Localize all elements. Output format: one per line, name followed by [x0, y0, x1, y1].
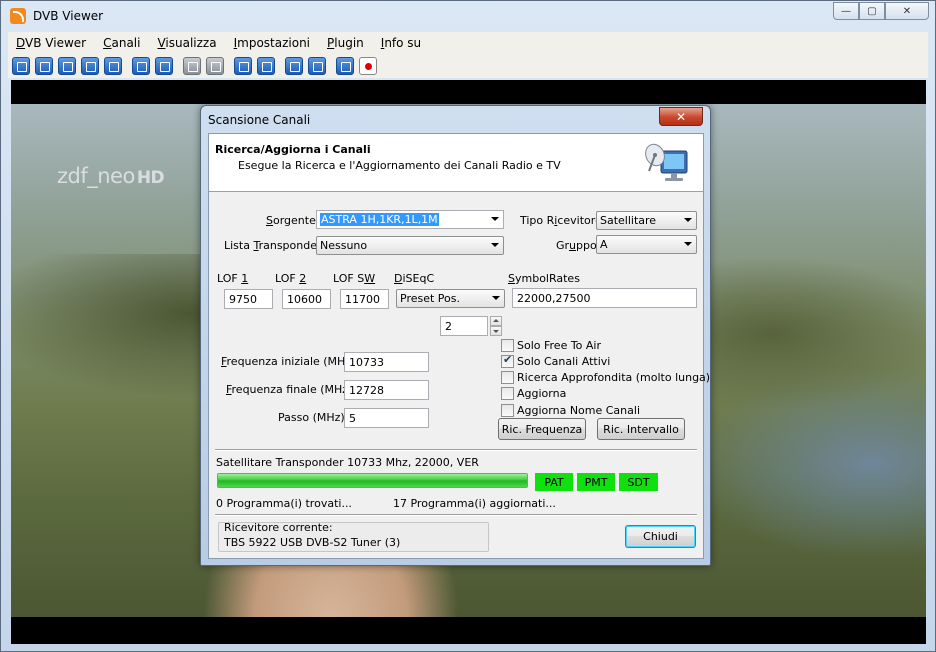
lof2-field[interactable]: 10600	[282, 289, 331, 309]
menu-info[interactable]: Info su	[373, 36, 430, 50]
back-icon[interactable]	[234, 57, 252, 75]
freq-iniziale-label: Frequenza iniziale (MHz)	[221, 355, 356, 368]
dialog-close-button[interactable]: ✕	[659, 107, 703, 126]
audio-plus-icon[interactable]	[206, 57, 224, 75]
toolbar	[8, 54, 928, 78]
menu-bar: DVB Viewer Canali Visualizza Impostazion…	[8, 32, 928, 54]
pat-badge: PAT	[535, 473, 573, 491]
fullscreen-icon[interactable]	[12, 57, 30, 75]
gruppo-select[interactable]: A	[596, 235, 697, 254]
aggiorna-label: Aggiorna	[517, 387, 567, 400]
programmi-trovati: 0 Programma(i) trovati...	[216, 497, 352, 510]
dialog-body: Ricerca/Aggiorna i Canali Esegue la Rice…	[208, 133, 710, 559]
diseqc-select[interactable]: Preset Pos.	[396, 289, 505, 308]
info-icon[interactable]	[336, 57, 354, 75]
solo-free-to-air-checkbox[interactable]	[501, 339, 514, 352]
solo-free-to-air-label: Solo Free To Air	[517, 339, 602, 352]
lofsw-label: LOF SW	[333, 272, 376, 285]
satellite-monitor-icon	[645, 143, 688, 181]
diseqc-position-field[interactable]: 2	[440, 316, 488, 336]
programmi-aggiornati: 17 Programma(i) aggiornati...	[393, 497, 556, 510]
lofsw-field[interactable]: 11700	[340, 289, 389, 309]
sdt-badge: SDT	[619, 473, 658, 491]
lista-transponder-select[interactable]: Nessuno	[316, 236, 504, 255]
settings-icon[interactable]	[308, 57, 326, 75]
receiver-label: Ricevitore corrente:	[224, 521, 333, 534]
header-title: Ricerca/Aggiorna i Canali	[215, 143, 371, 156]
sorgente-label: Sorgente	[266, 214, 316, 227]
solo-canali-attivi-label: Solo Canali Attivi	[517, 355, 611, 368]
tipo-ricevitore-label: Tipo Ricevitore	[520, 214, 602, 227]
header-subtitle: Esegue la Ricerca e l'Aggiornamento dei …	[238, 159, 561, 172]
ric-intervallo-button[interactable]: Ric. Intervallo	[597, 418, 685, 440]
close-button[interactable]: ✕	[885, 2, 929, 20]
channel-prev-icon[interactable]	[132, 57, 150, 75]
menu-visualizza[interactable]: Visualizza	[149, 36, 225, 50]
gruppo-label: Gruppo	[556, 239, 597, 252]
aggiorna-nome-canali-checkbox[interactable]	[501, 404, 514, 417]
channel-logo: zdf_neo HD	[57, 164, 165, 188]
tipo-ricevitore-select[interactable]: Satellitare	[596, 211, 697, 230]
scan-dialog: Scansione Canali ✕ Ricerca/Aggiorna i Ca…	[200, 105, 711, 566]
status-line: Satellitare Transponder 10733 Mhz, 22000…	[216, 456, 479, 469]
ric-frequenza-button[interactable]: Ric. Frequenza	[498, 418, 586, 440]
separator	[215, 449, 697, 451]
forward-icon[interactable]	[257, 57, 275, 75]
receiver-value: TBS 5922 USB DVB-S2 Tuner (3)	[224, 536, 401, 549]
lista-transponder-label: Lista Transponder	[224, 239, 322, 252]
menu-plugin[interactable]: Plugin	[319, 36, 373, 50]
dialog-header: Ricerca/Aggiorna i Canali Esegue la Rice…	[209, 134, 703, 192]
freq-finale-label: Frequenza finale (MHz)	[226, 383, 353, 396]
window-title: DVB Viewer	[33, 9, 104, 23]
app-icon	[10, 8, 26, 24]
separator-bottom	[215, 514, 697, 516]
lof1-field[interactable]: 9750	[224, 289, 273, 309]
menu-impostazioni[interactable]: Impostazioni	[226, 36, 319, 50]
diseqc-position-spinner[interactable]	[490, 316, 502, 336]
diseqc-label: DiSEqC	[394, 272, 435, 285]
symbolrates-field[interactable]: 22000,27500	[512, 288, 697, 308]
menu-dvbviewer[interactable]: DVB Viewer	[8, 36, 95, 50]
chiudi-button[interactable]: Chiudi	[625, 525, 696, 548]
teletext-icon[interactable]	[285, 57, 303, 75]
channel-list-icon[interactable]	[58, 57, 76, 75]
epg-icon[interactable]	[104, 57, 122, 75]
sorgente-combo[interactable]: ASTRA 1H,1KR,1L,1M	[316, 210, 504, 229]
pmt-badge: PMT	[577, 473, 615, 491]
list-icon[interactable]	[81, 57, 99, 75]
channel-next-icon[interactable]	[155, 57, 173, 75]
aggiorna-checkbox[interactable]	[501, 387, 514, 400]
maximize-button[interactable]: ▢	[859, 2, 885, 20]
record-icon[interactable]	[359, 57, 377, 75]
lof1-label: LOF 1	[217, 272, 249, 285]
title-bar: DVB Viewer — ▢ ✕	[1, 1, 935, 31]
audio-icon[interactable]	[183, 57, 201, 75]
ricerca-approfondita-label: Ricerca Approfondita (molto lunga)	[517, 371, 711, 384]
passo-field[interactable]: 5	[344, 408, 429, 428]
lof2-label: LOF 2	[275, 272, 307, 285]
aggiorna-nome-canali-label: Aggiorna Nome Canali	[517, 404, 640, 417]
freq-iniziale-field[interactable]: 10733	[344, 352, 429, 372]
minimize-button[interactable]: —	[833, 2, 859, 20]
menu-canali[interactable]: Canali	[95, 36, 149, 50]
passo-label: Passo (MHz)	[278, 411, 345, 424]
symbolrates-label: SymbolRates	[508, 272, 580, 285]
scan-progress-bar	[217, 473, 528, 488]
move-icon[interactable]	[35, 57, 53, 75]
solo-canali-attivi-checkbox[interactable]	[501, 353, 514, 368]
freq-finale-field[interactable]: 12728	[344, 380, 429, 400]
dialog-title: Scansione Canali	[208, 113, 311, 127]
ricerca-approfondita-checkbox[interactable]	[501, 371, 514, 384]
